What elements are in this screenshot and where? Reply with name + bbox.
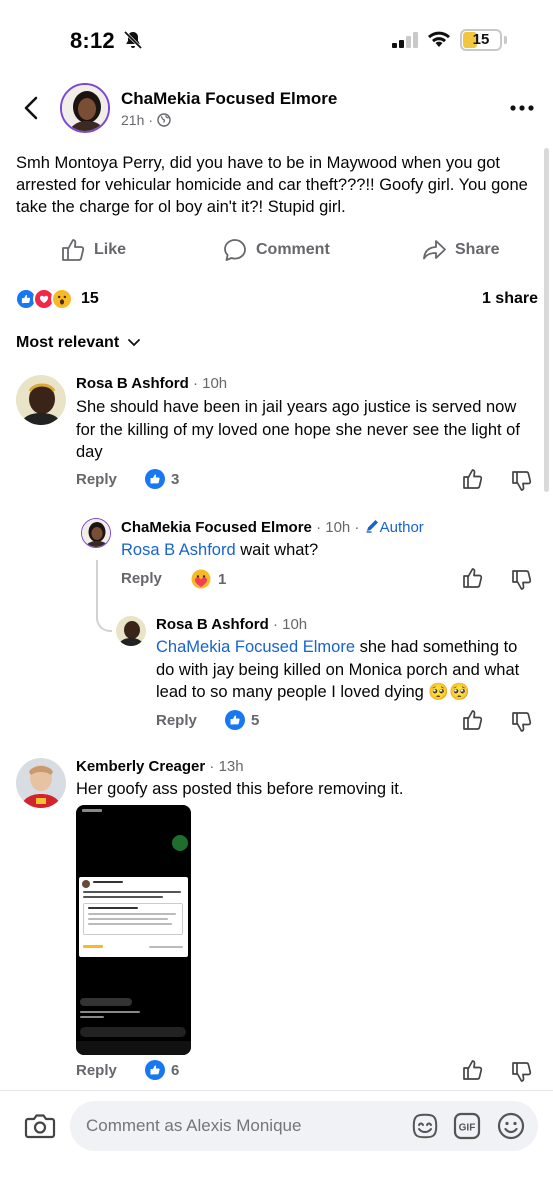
post-meta-separator: ·	[148, 112, 154, 128]
reply-button[interactable]: Reply	[76, 1062, 117, 1079]
avatar-sticker-icon[interactable]	[410, 1111, 440, 1141]
care-reaction-icon	[191, 569, 211, 589]
like-reaction-icon	[145, 469, 165, 489]
share-count[interactable]: 1 share	[482, 290, 538, 308]
battery-cap	[504, 36, 507, 44]
gif-icon[interactable]: GIF	[453, 1112, 481, 1140]
comment-author-name[interactable]: Rosa B Ashford	[76, 375, 189, 392]
post-meta: 21h ·	[121, 112, 171, 128]
comment-text: Her goofy ass posted this before removin…	[76, 780, 404, 798]
globe-icon	[157, 113, 171, 127]
comment-label: Comment	[256, 241, 330, 258]
comment-reactions[interactable]: 6	[145, 1060, 179, 1080]
comment-author-name[interactable]: ChaMekia Focused Elmore	[121, 519, 312, 536]
comment-attachment-image[interactable]	[76, 805, 191, 1055]
upvote-icon[interactable]	[462, 1059, 484, 1081]
comment-time: · 10h	[188, 375, 228, 392]
reaction-icons	[15, 288, 73, 310]
comment-reactions[interactable]: 1	[190, 568, 226, 590]
svg-text:GIF: GIF	[459, 1123, 476, 1134]
battery-indicator: 15	[460, 29, 502, 51]
comment-time: · 10h ·	[311, 519, 364, 536]
comment-text: Rosa B Ashford wait what?	[121, 539, 536, 562]
back-arrow-icon[interactable]	[18, 94, 46, 122]
upvote-icon[interactable]	[462, 709, 484, 731]
post-actions: Like Comment Share	[0, 232, 553, 268]
comment-reactions[interactable]: 3	[145, 469, 179, 489]
comment-author[interactable]: Kemberly Creager · 13h	[76, 758, 244, 775]
comment-author-name[interactable]: Rosa B Ashford	[156, 616, 269, 633]
downvote-icon[interactable]	[511, 569, 533, 591]
reply-button[interactable]: Reply	[156, 712, 197, 729]
comment-time: · 10h	[268, 616, 308, 633]
thumb-green-icon	[172, 835, 188, 851]
comment-sort-dropdown[interactable]: Most relevant	[16, 334, 141, 352]
comment-reaction-count: 5	[251, 711, 260, 729]
share-label: Share	[455, 241, 500, 258]
comment-text: She should have been in jail years ago j…	[76, 398, 520, 461]
status-bar: 8:12 15	[0, 0, 553, 80]
comment-author[interactable]: Rosa B Ashford · 10h	[156, 616, 307, 633]
wifi-icon	[428, 31, 450, 47]
commenter-avatar[interactable]	[16, 375, 66, 425]
reaction-summary[interactable]: 15 1 share	[15, 288, 538, 312]
comment-author-name[interactable]: Kemberly Creager	[76, 758, 205, 775]
commenter-avatar[interactable]	[81, 518, 111, 548]
downvote-icon[interactable]	[511, 711, 533, 733]
thread-connector	[96, 560, 112, 632]
more-options-icon[interactable]	[508, 100, 536, 116]
share-button[interactable]: Share	[421, 232, 499, 268]
mention-link[interactable]: ChaMekia Focused Elmore	[156, 638, 355, 656]
downvote-icon[interactable]	[511, 470, 533, 492]
mention-link[interactable]: Rosa B Ashford	[121, 541, 236, 559]
thumb-nav	[76, 1041, 191, 1055]
downvote-icon[interactable]	[511, 1061, 533, 1083]
commenter-avatar[interactable]	[116, 616, 146, 646]
cellular-signal-icon	[392, 32, 418, 48]
comment-reaction-count: 1	[218, 570, 227, 588]
like-reaction-icon	[145, 1060, 165, 1080]
author-name[interactable]: ChaMekia Focused Elmore	[121, 89, 337, 109]
reply-button[interactable]: Reply	[76, 471, 117, 488]
thumb-add-photo	[80, 998, 132, 1006]
pencil-icon	[366, 520, 378, 533]
post-age[interactable]: 21h	[121, 112, 144, 128]
wow-reaction-icon	[51, 288, 73, 310]
scrollbar[interactable]	[544, 148, 549, 492]
comment-text: ChaMekia Focused Elmore she had somethin…	[156, 636, 540, 704]
comment-author[interactable]: ChaMekia Focused Elmore · 10h · Author	[121, 518, 424, 536]
comment-composer-bar: GIF	[0, 1090, 553, 1200]
thumbs-up-icon	[62, 239, 85, 261]
upvote-icon[interactable]	[462, 567, 484, 589]
comment-author[interactable]: Rosa B Ashford · 10h	[76, 375, 227, 392]
reply-button[interactable]: Reply	[121, 570, 162, 587]
battery-percent: 15	[472, 31, 490, 48]
thumb-input	[80, 1027, 186, 1037]
comment-body: wait what?	[235, 541, 319, 559]
comment-reactions[interactable]: 5	[225, 710, 259, 730]
author-avatar[interactable]	[60, 83, 110, 133]
like-button[interactable]: Like	[60, 232, 126, 268]
status-time: 8:12	[70, 28, 115, 53]
like-label: Like	[94, 241, 127, 258]
sort-label: Most relevant	[16, 334, 120, 351]
like-reaction-icon	[225, 710, 245, 730]
comment-reaction-count: 3	[171, 470, 180, 488]
chevron-down-icon	[128, 339, 141, 347]
camera-icon[interactable]	[24, 1111, 56, 1141]
thumb-post-card	[79, 877, 188, 957]
thumb-status	[82, 809, 102, 812]
reaction-count: 15	[81, 290, 99, 307]
post-text: Smh Montoya Perry, did you have to be in…	[16, 154, 528, 216]
comment-time: · 13h	[205, 758, 244, 775]
comment-bubble-icon	[224, 239, 246, 261]
comment-reaction-count: 6	[171, 1061, 180, 1079]
emoji-icon[interactable]	[496, 1111, 526, 1141]
commenter-avatar[interactable]	[16, 758, 66, 808]
bell-off-icon	[123, 30, 143, 50]
upvote-icon[interactable]	[462, 468, 484, 490]
share-arrow-icon	[423, 240, 446, 260]
author-badge: Author	[379, 519, 424, 536]
comment-button[interactable]: Comment	[222, 232, 330, 268]
